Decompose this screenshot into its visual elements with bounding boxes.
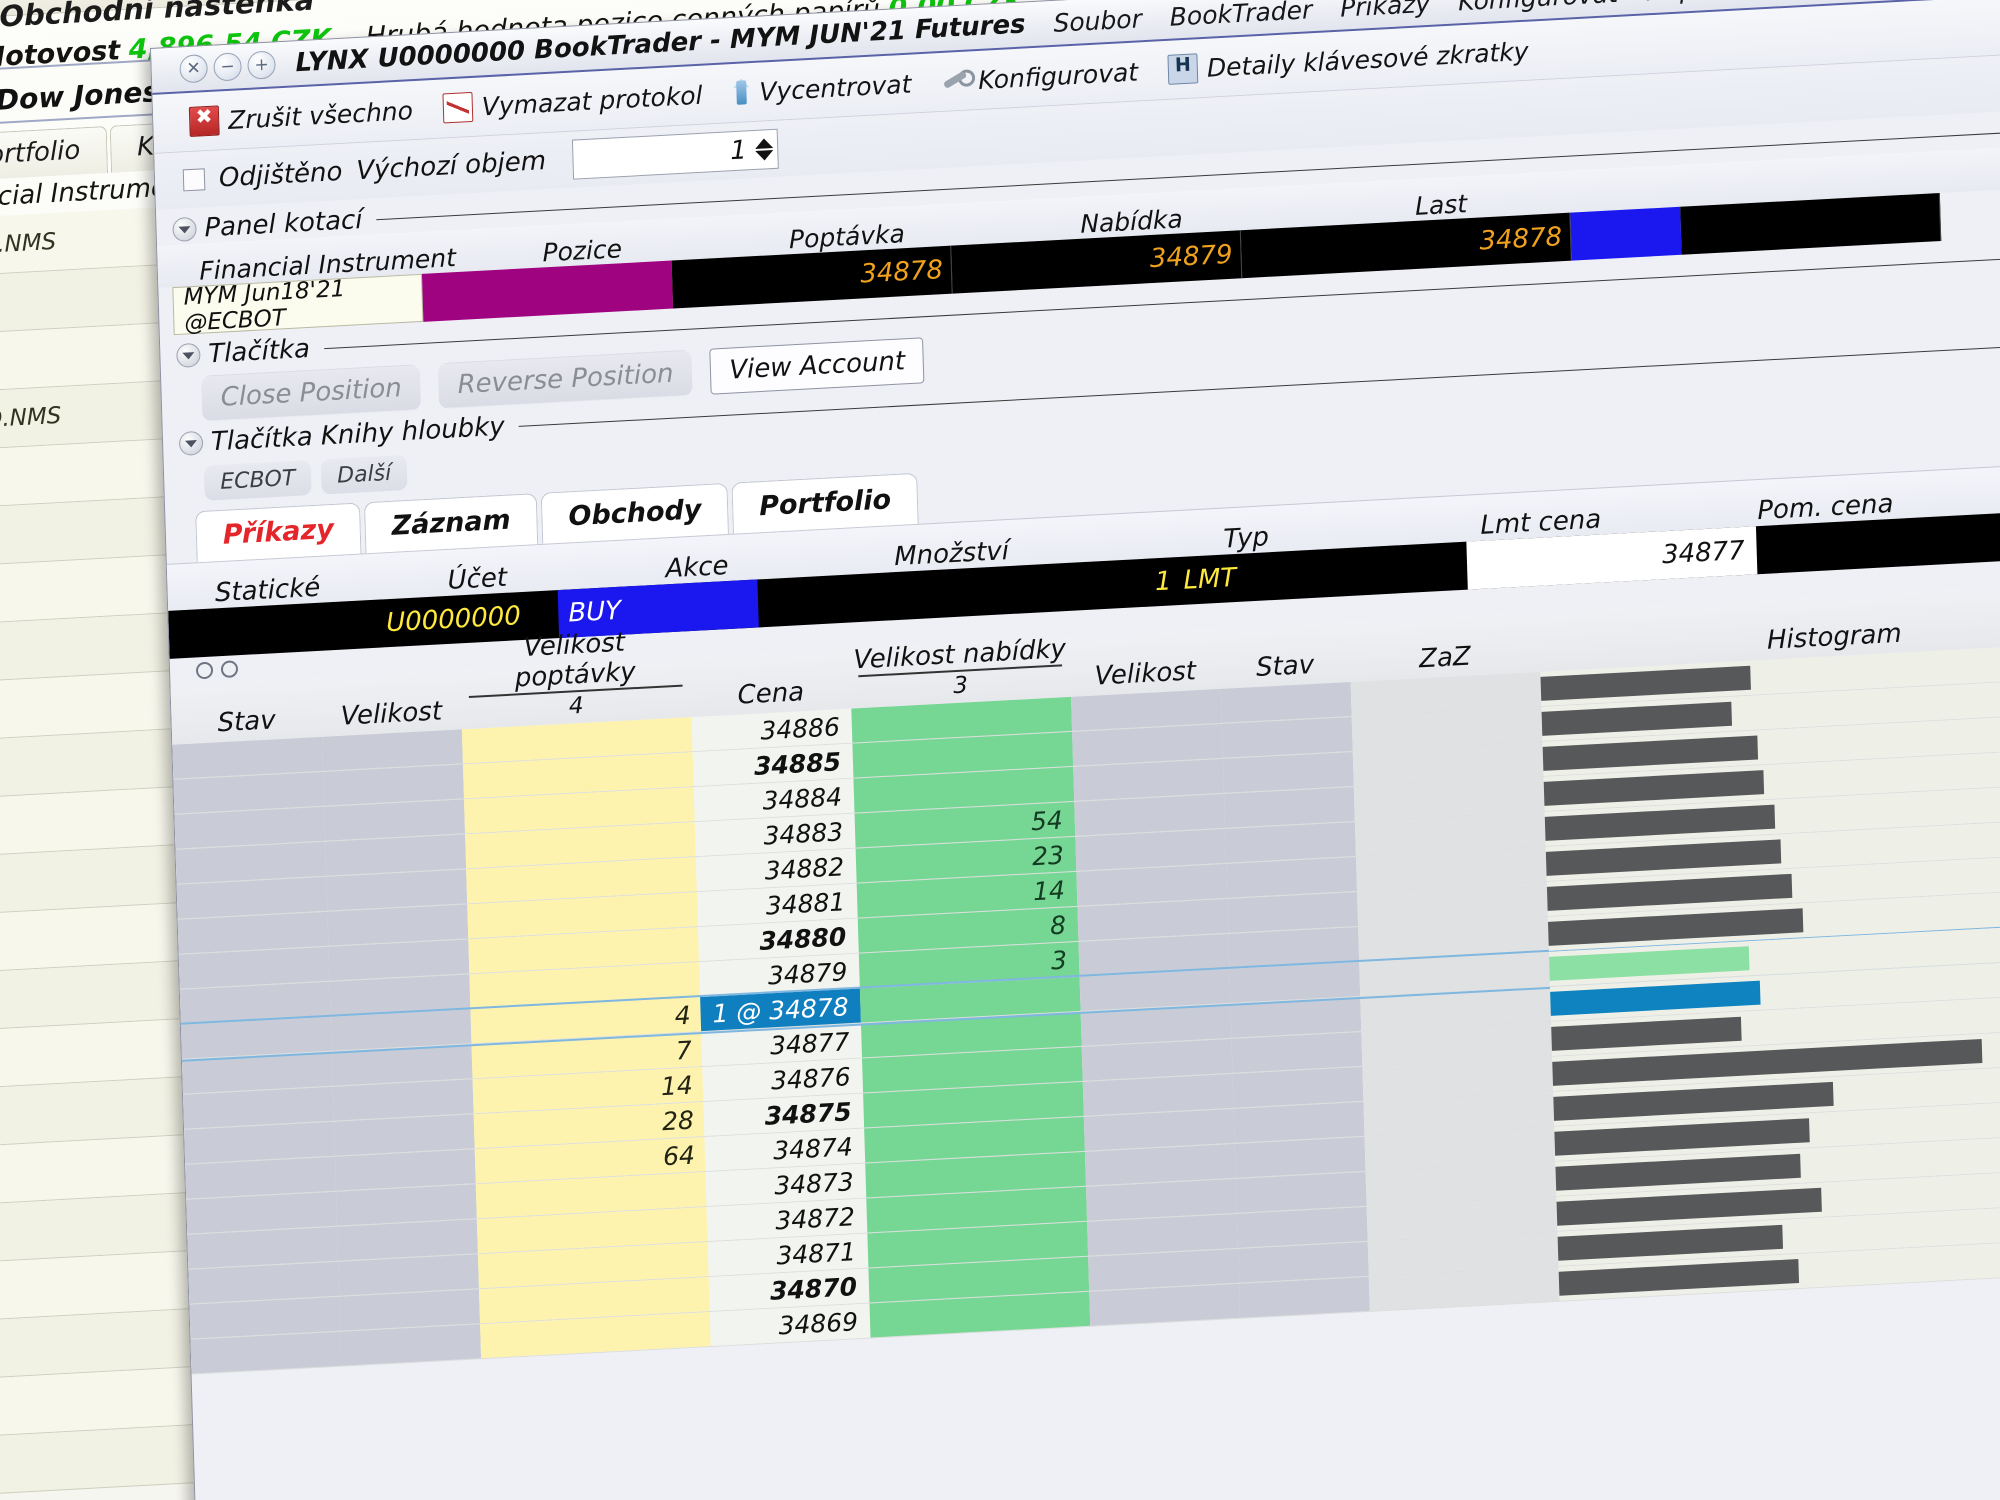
ladder-cell-status-right[interactable] xyxy=(1225,821,1356,863)
ladder-col-bid-size-label: Velikost poptávky xyxy=(514,627,637,694)
toolbar-center-label: Vycentrovat xyxy=(758,69,912,107)
configure-wrench-icon xyxy=(941,66,970,95)
ladder-cell-status-right[interactable] xyxy=(1221,717,1353,758)
ladder-cell-status-right[interactable] xyxy=(1229,961,1361,1003)
toolbar-cancel-all-button[interactable]: Zrušit všechno xyxy=(179,93,424,140)
dashboard-section-title: Dow Jones xyxy=(0,75,160,117)
histogram-bar xyxy=(1558,1259,1800,1296)
stepper-arrows[interactable] xyxy=(754,138,774,161)
unlocked-label: Odjištěno xyxy=(218,156,343,194)
ladder-cell-status-left[interactable] xyxy=(190,1331,342,1374)
hotkey-h-icon xyxy=(1167,53,1199,85)
quote-last-flash xyxy=(1570,206,1682,261)
ladder-cell-status-right[interactable] xyxy=(1235,1171,1367,1213)
screenshot-root: Obchodní nástěnka Hotovost 4,896.54 CZK … xyxy=(0,0,2000,1500)
splitter-dot-icon[interactable] xyxy=(220,659,239,678)
toolbar-hotkeys-label: Detaily klávesové zkratky xyxy=(1206,36,1529,83)
tab-prikazy[interactable]: Příkazy xyxy=(195,502,362,563)
ladder-cell-status-right[interactable] xyxy=(1236,1206,1368,1248)
histogram-bar xyxy=(1551,1016,1742,1051)
toolbar-clear-log-label: Vymazat protokol xyxy=(481,80,703,121)
splitter-dot-icon[interactable] xyxy=(195,661,214,679)
close-position-button[interactable]: Close Position xyxy=(201,364,422,422)
window-controls[interactable]: ✕ − + xyxy=(179,50,276,84)
quote-instrument[interactable]: MYM Jun18'21 @ECBOT xyxy=(172,273,424,337)
chevron-down-icon[interactable] xyxy=(754,150,774,161)
toolbar-hotkeys-button[interactable]: Detaily klávesové zkratky xyxy=(1157,33,1539,87)
ladder-cell-status-right[interactable] xyxy=(1222,752,1354,793)
cancel-all-icon xyxy=(188,105,220,138)
ladder-col-bid-size: Velikost poptávky 4 xyxy=(459,624,692,729)
tab-portfolio[interactable]: Portfolio xyxy=(731,472,919,534)
toolbar-clear-log-button[interactable]: Vymazat protokol xyxy=(432,77,713,126)
collapse-toggle-icon[interactable] xyxy=(178,430,204,457)
ladder-col-bid-size-total: 4 xyxy=(468,684,684,725)
ladder-cell-price[interactable]: 34869 xyxy=(709,1303,871,1347)
exchange-button-ecbot[interactable]: ECBOT xyxy=(203,460,312,501)
ladder-col-ask-size: Velikost nabídky 3 xyxy=(849,634,1071,709)
unlocked-checkbox[interactable] xyxy=(182,168,206,192)
ladder-cell-status-right[interactable] xyxy=(1234,1136,1366,1178)
buttons-group-title: Tlačítka xyxy=(207,333,311,370)
histogram-bar xyxy=(1541,701,1733,736)
ladder-cell-status-right[interactable] xyxy=(1231,1031,1363,1073)
dashboard-tab-portfolio[interactable]: Portfolio xyxy=(0,125,108,182)
menu-item-prikazy[interactable]: Příkazy xyxy=(1340,0,1431,22)
histogram-bar xyxy=(1550,980,1761,1016)
exchange-button-dalsi[interactable]: Další xyxy=(320,454,408,495)
menu-item-napoveda[interactable]: Nápověda xyxy=(1645,0,1772,6)
ladder-cell-status-right[interactable] xyxy=(1220,682,1352,723)
default-size-stepper[interactable]: 1 xyxy=(571,128,779,180)
center-icon xyxy=(732,78,751,107)
tab-zaznam[interactable]: Záznam xyxy=(363,493,539,554)
menu-item-soubor[interactable]: Soubor xyxy=(1053,4,1142,38)
ladder-cell-status-right[interactable] xyxy=(1226,856,1358,898)
ladder-cell-status-right[interactable] xyxy=(1230,996,1362,1038)
menu-item-konfigurovat[interactable]: Konfigurovat xyxy=(1458,0,1619,16)
ladder-cell-size-right[interactable] xyxy=(1089,1283,1241,1326)
ladder-cell-status-right[interactable] xyxy=(1232,1066,1364,1108)
ladder-cell-status-right[interactable] xyxy=(1228,926,1360,968)
ladder-cell-status-right[interactable] xyxy=(1237,1241,1369,1283)
toolbar-configure-button[interactable]: Konfigurovat xyxy=(931,54,1149,99)
minimize-icon[interactable]: − xyxy=(213,52,243,82)
view-account-button[interactable]: View Account xyxy=(709,337,925,395)
booktrader-window: ✕ − + LYNX U0000000 BookTrader - MYM JUN… xyxy=(150,0,2000,1500)
clear-log-icon xyxy=(442,91,474,124)
ladder-cell-status-right[interactable] xyxy=(1238,1276,1370,1318)
ladder-cell-status-right[interactable] xyxy=(1227,891,1359,933)
tab-obchody[interactable]: Obchody xyxy=(540,482,730,544)
order-staticke[interactable] xyxy=(168,601,349,659)
collapse-toggle-icon[interactable] xyxy=(172,216,197,243)
histogram-bar xyxy=(1544,804,1776,841)
default-size-value[interactable]: 1 xyxy=(730,135,755,166)
histogram-bar xyxy=(1542,735,1759,771)
histogram-bar xyxy=(1557,1224,1784,1261)
chevron-up-icon[interactable] xyxy=(754,138,773,149)
toolbar-cancel-all-label: Zrušit všechno xyxy=(227,95,414,135)
histogram-bar xyxy=(1543,770,1765,806)
close-icon[interactable]: ✕ xyxy=(179,53,209,84)
ladder-cell-status-right[interactable] xyxy=(1233,1101,1365,1143)
toolbar-center-button[interactable]: Vycentrovat xyxy=(722,67,922,111)
histogram-bar xyxy=(1549,946,1750,981)
ladder-cell-size-left[interactable] xyxy=(340,1324,482,1366)
default-size-label: Výchozí objem xyxy=(355,146,547,187)
depth-ladder: Stav Velikost Velikost poptávky 4 Cena V… xyxy=(170,580,2000,1375)
collapse-toggle-icon[interactable] xyxy=(176,342,201,369)
ladder-cell-status-right[interactable] xyxy=(1224,786,1355,828)
toolbar-configure-label: Konfigurovat xyxy=(977,56,1139,95)
reverse-position-button[interactable]: Reverse Position xyxy=(437,349,694,410)
menu-item-booktrader[interactable]: BookTrader xyxy=(1169,0,1312,31)
ladder-col-stav-right: Stav xyxy=(1255,649,1315,684)
histogram-bar xyxy=(1540,665,1751,701)
maximize-icon[interactable]: + xyxy=(247,50,276,80)
ladder-rows: 34886 34885 34884 34883 54 34882 23 34881 14 3488… xyxy=(172,640,2000,1375)
